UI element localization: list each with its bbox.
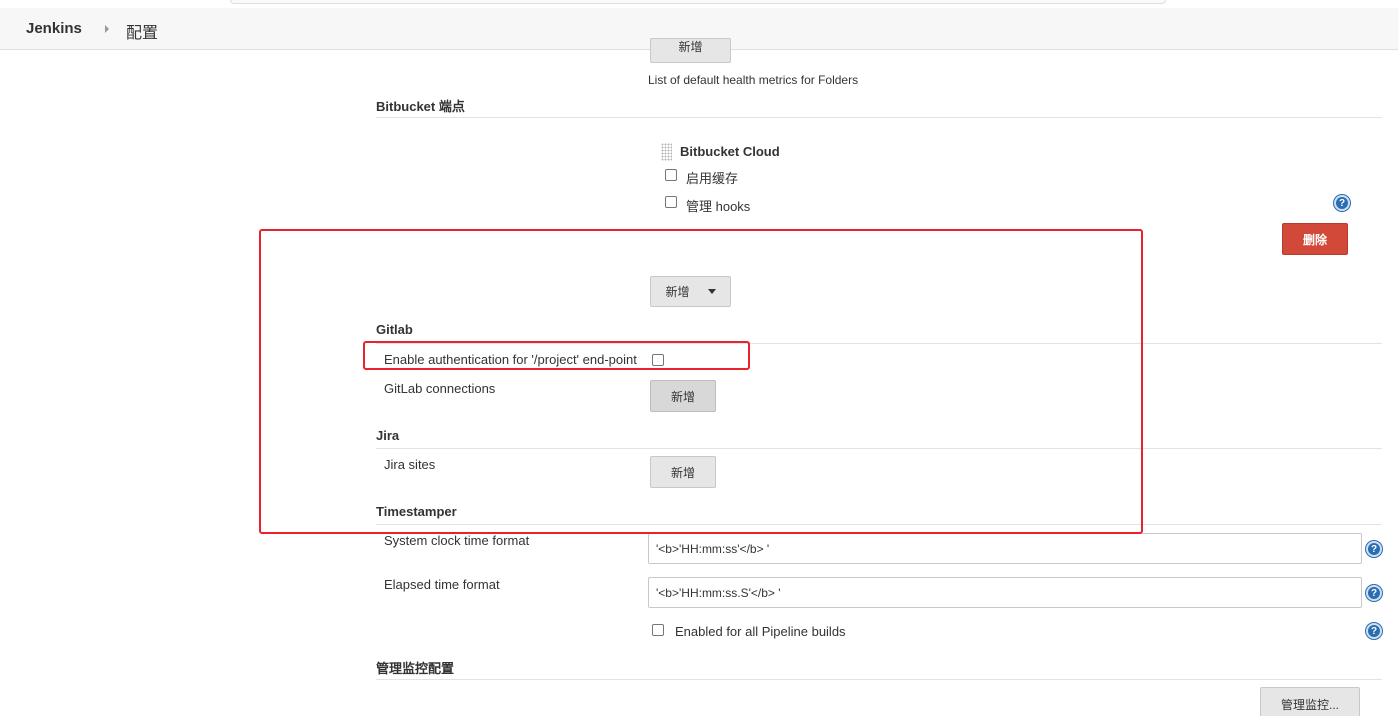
gitlab-connections-add-button[interactable]: 新增 bbox=[650, 380, 716, 412]
bitbucket-endpoint-name: Bitbucket Cloud bbox=[680, 144, 780, 159]
manage-hooks-checkbox[interactable] bbox=[665, 196, 677, 208]
bitbucket-section-divider bbox=[376, 117, 1382, 118]
pipeline-builds-label: Enabled for all Pipeline builds bbox=[675, 624, 846, 639]
delete-endpoint-button[interactable]: 删除 bbox=[1282, 223, 1348, 255]
enable-cache-label: 启用缓存 bbox=[686, 171, 739, 186]
enable-cache-checkbox[interactable] bbox=[665, 169, 677, 181]
bitbucket-add-label: 新增 bbox=[665, 285, 690, 299]
help-icon[interactable]: ? bbox=[1366, 585, 1382, 601]
timestamper-section-divider bbox=[376, 524, 1382, 525]
gitlab-section-title: Gitlab bbox=[376, 322, 413, 337]
system-clock-format-label: System clock time format bbox=[384, 533, 530, 548]
monitoring-section-title: 管理监控配置 bbox=[376, 661, 455, 676]
help-icon[interactable]: ? bbox=[1366, 623, 1382, 639]
health-metrics-add-button[interactable]: 新增 bbox=[650, 38, 731, 63]
breadcrumb-separator-icon bbox=[105, 25, 109, 33]
bitbucket-add-dropdown-button[interactable]: 新增 bbox=[650, 276, 731, 307]
jira-sites-add-button[interactable]: 新增 bbox=[650, 456, 716, 488]
jira-section-title: Jira bbox=[376, 428, 400, 443]
breadcrumb-current-page[interactable]: 配置 bbox=[126, 19, 158, 43]
caret-down-icon bbox=[707, 289, 716, 294]
manage-monitors-button[interactable]: 管理监控... bbox=[1260, 687, 1360, 716]
jira-sites-label: Jira sites bbox=[384, 457, 436, 472]
gitlab-auth-checkbox[interactable] bbox=[652, 354, 664, 366]
drag-handle-icon[interactable] bbox=[661, 143, 672, 161]
help-icon[interactable]: ? bbox=[1366, 541, 1382, 557]
health-metrics-description: List of default health metrics for Folde… bbox=[648, 73, 859, 87]
jira-section-divider bbox=[376, 448, 1382, 449]
top-scroll-bar bbox=[230, 0, 1166, 4]
gitlab-connections-label: GitLab connections bbox=[384, 381, 496, 396]
bitbucket-section-title: Bitbucket 端点 bbox=[376, 99, 465, 114]
gitlab-auth-label: Enable authentication for '/project' end… bbox=[384, 352, 637, 367]
breadcrumb-home-link[interactable]: Jenkins bbox=[26, 20, 82, 37]
pipeline-builds-checkbox[interactable] bbox=[652, 624, 664, 636]
help-icon[interactable]: ? bbox=[1334, 195, 1350, 211]
monitoring-section-divider bbox=[376, 679, 1382, 680]
manage-hooks-label: 管理 hooks bbox=[686, 199, 751, 214]
timestamper-section-title: Timestamper bbox=[376, 504, 457, 519]
elapsed-time-format-input[interactable] bbox=[648, 577, 1362, 608]
gitlab-section-divider bbox=[376, 343, 1382, 344]
browser-top-strip bbox=[0, 0, 1398, 8]
system-clock-format-input[interactable] bbox=[648, 533, 1362, 564]
elapsed-time-format-label: Elapsed time format bbox=[384, 577, 500, 592]
